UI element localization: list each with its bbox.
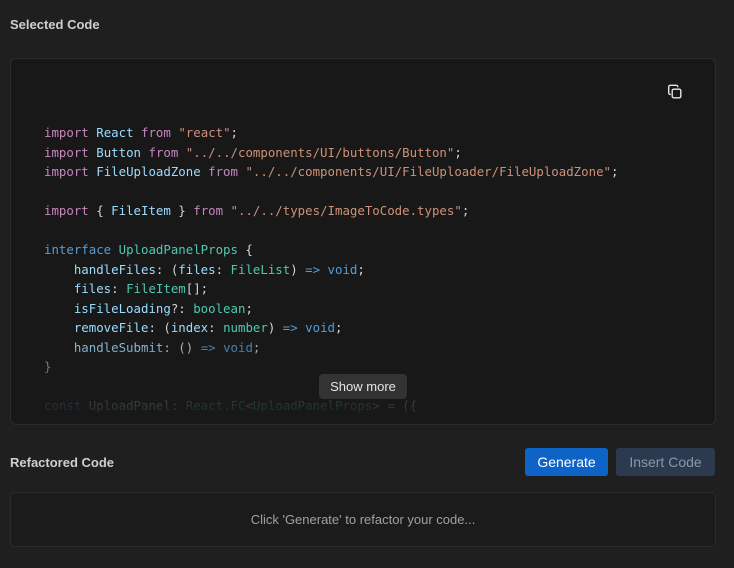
code-token: from [141, 125, 171, 140]
code-token: from [148, 144, 179, 160]
code-token: > = ({ [372, 398, 418, 413]
code-token: : [208, 320, 224, 335]
code-token: from [193, 203, 224, 218]
code-line: import Button from "../../components/UI/… [44, 143, 618, 163]
code-token: : [170, 398, 186, 413]
code-line: removeFile: (index: number) => void; [44, 318, 618, 338]
code-token: => [305, 261, 321, 277]
generate-button[interactable]: Generate [525, 448, 608, 476]
code-line: handleSubmit: () => void; [44, 338, 618, 358]
show-more-button[interactable]: Show more [319, 374, 407, 399]
code-token: import [44, 203, 89, 218]
code-token: ; [230, 125, 239, 140]
code-token: : () [163, 339, 201, 355]
insert-code-button[interactable]: Insert Code [616, 448, 715, 476]
code-token: UploadPanelProps [118, 242, 238, 257]
code-token: ; [454, 144, 462, 160]
code-line: interface UploadPanelProps { [44, 240, 618, 260]
code-token: ; [357, 261, 365, 277]
code-token: { [88, 203, 112, 218]
code-token: void [305, 320, 335, 335]
code-token: void [223, 339, 253, 355]
code-token: < [245, 398, 253, 413]
code-token: handleFiles [73, 261, 156, 277]
selected-code-title: Selected Code [10, 17, 100, 32]
code-token: files [73, 281, 112, 296]
code-token: } [170, 203, 194, 218]
code-token: FileItem [126, 281, 186, 296]
code-line: import React from "react"; [44, 123, 618, 143]
code-token: : [215, 261, 231, 277]
copy-icon[interactable] [665, 82, 685, 102]
code-token: ?: [170, 300, 194, 316]
code-token: : ( [155, 261, 179, 277]
code-token: from [208, 164, 238, 179]
code-token: FileUploadZone [96, 164, 201, 179]
code-token: FileItem [111, 203, 171, 218]
code-token: handleSubmit [73, 339, 164, 355]
code-token: React.FC [185, 398, 246, 413]
code-token: ; [245, 300, 253, 316]
refactored-code-panel: Click 'Generate' to refactor your code..… [10, 492, 716, 547]
code-token: number [223, 320, 268, 335]
code-token: FileList [230, 261, 291, 277]
code-token: "../../components/UI/FileUploader/FileUp… [245, 164, 611, 179]
code-token: Button [96, 144, 141, 160]
refactored-code-title: Refactored Code [10, 455, 115, 470]
code-token: ; [610, 164, 619, 179]
code-token: : ( [148, 320, 171, 335]
selected-code-panel: import React from "react"; import Button … [10, 58, 716, 425]
code-token: React [96, 125, 134, 140]
code-token: { [237, 242, 253, 257]
code-token: boolean [193, 300, 246, 316]
code-token: UploadPanel [88, 398, 171, 413]
code-token: index [170, 320, 209, 335]
code-token: const [44, 398, 82, 413]
code-line: handleFiles: (files: FileList) => void; [44, 260, 618, 280]
code-token: "react" [178, 125, 231, 140]
code-token: ; [461, 203, 470, 218]
code-token: removeFile [73, 320, 149, 335]
code-token: "../../types/ImageToCode.types" [230, 203, 462, 218]
code-token: ; [252, 339, 261, 355]
code-token: "../../components/UI/buttons/Button" [185, 144, 455, 160]
code-token: ; [335, 320, 343, 335]
code-line: import { FileItem } from "../../types/Im… [44, 201, 618, 221]
code-token: ) [267, 320, 283, 335]
code-line: files: FileItem[]; [44, 279, 618, 299]
code-token: files [178, 261, 216, 277]
code-line: import FileUploadZone from "../../compon… [44, 162, 618, 182]
code-block: import React from "react"; import Button … [44, 123, 618, 416]
code-token: } [44, 359, 52, 374]
code-token: => [200, 339, 216, 355]
code-token: : [111, 281, 127, 296]
code-token: import [44, 164, 89, 179]
code-token: []; [185, 281, 209, 296]
code-line: isFileLoading?: boolean; [44, 299, 618, 319]
code-token: => [282, 320, 298, 335]
code-token: isFileLoading [73, 300, 171, 316]
code-token: void [327, 261, 358, 277]
code-token: import [44, 125, 89, 140]
code-token: UploadPanelProps [252, 398, 373, 413]
refactor-placeholder-text: Click 'Generate' to refactor your code..… [250, 512, 476, 527]
code-token: import [44, 144, 89, 160]
code-token: ) [290, 261, 306, 277]
code-token: interface [44, 242, 112, 257]
